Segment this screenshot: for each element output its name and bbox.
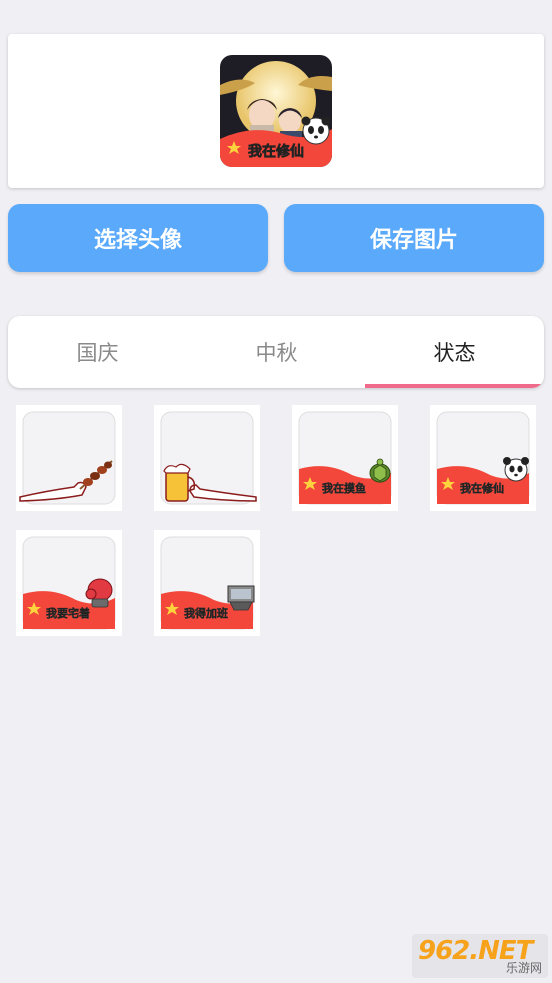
frame-item[interactable]: 我得加班 [154,530,260,636]
save-image-button[interactable]: 保存图片 [284,204,544,272]
watermark-sub: 乐游网 [505,961,542,975]
category-tabs: 国庆 中秋 状态 [8,316,544,388]
watermark-logo: 962.NET 乐游网 [412,934,548,978]
tab-mid-autumn[interactable]: 中秋 [187,316,366,388]
frame-item[interactable] [154,405,260,511]
frame-item[interactable] [16,405,122,511]
frame-item[interactable]: 我在修仙 [430,405,536,511]
frame-text: 我得加班 [184,606,228,620]
laptop-icon [227,585,255,611]
frame-item[interactable]: 我要宅着 [16,530,122,636]
frame-text: 我在摸鱼 [322,481,366,495]
choose-avatar-button[interactable]: 选择头像 [8,204,268,272]
tab-national-day[interactable]: 国庆 [8,316,187,388]
panda-icon [301,116,331,145]
preview-frame-text: 我在修仙 [248,143,304,160]
frame-item[interactable]: 我在摸鱼 [292,405,398,511]
tab-status[interactable]: 状态 [365,316,544,388]
avatar-preview-image: 我在修仙 [220,55,332,167]
active-tab-indicator [365,384,544,388]
frame-text: 我在修仙 [460,481,504,495]
frame-text: 我要宅着 [46,606,90,620]
avatar-preview-card: 我在修仙 [8,34,544,188]
